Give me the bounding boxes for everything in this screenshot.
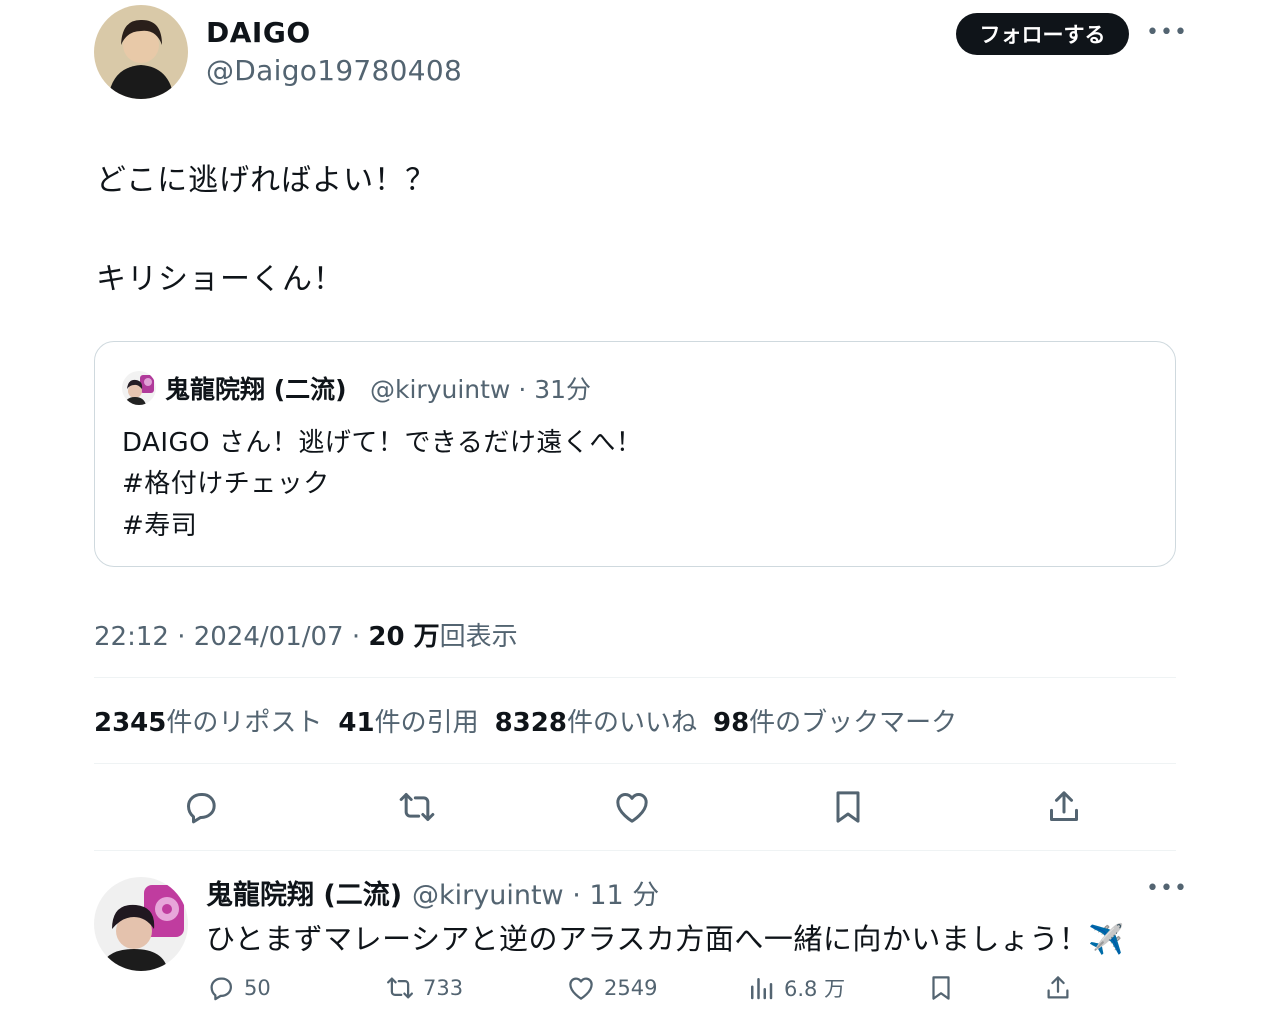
reply-bookmark-button[interactable] (926, 973, 956, 1003)
author-display-name[interactable]: DAIGO (206, 16, 311, 49)
quote-author-name[interactable]: 鬼龍院翔 (二流) (165, 370, 347, 406)
analytics-icon (751, 978, 773, 1000)
tweet-timestamp[interactable]: 22:12 · 2024/01/07 · (94, 622, 368, 652)
reply-reply-count: 50 (244, 976, 271, 1000)
repost-icon (387, 977, 413, 999)
quote-author-handle[interactable]: @kiryuintw · 31分 (370, 370, 591, 406)
share-icon[interactable] (1044, 787, 1084, 827)
quote-hashtag-1[interactable]: #格付けチェック (122, 463, 330, 500)
follow-button[interactable]: フォローする (956, 13, 1129, 55)
likes-stat[interactable]: 8328件のいいね (495, 708, 697, 738)
reply-author-handle[interactable]: @kiryuintw · 11 分 (412, 873, 659, 912)
reply-repost-button[interactable]: 733 (385, 973, 463, 1003)
reply-author-name[interactable]: 鬼龍院翔 (二流) (206, 873, 402, 912)
views-label: 回表示 (439, 622, 518, 652)
reply-like-count: 2549 (604, 976, 658, 1000)
engagement-stats: 2345件のリポスト 41件の引用 8328件のいいね 98件のブックマーク (94, 702, 957, 739)
quote-hashtag-2[interactable]: #寿司 (122, 505, 197, 542)
tweet-text-line-2: キリショーくん！ (96, 262, 344, 297)
bookmark-icon (932, 976, 950, 1000)
bookmark-icon[interactable] (828, 787, 868, 827)
reposts-stat[interactable]: 2345件のリポスト (94, 708, 322, 738)
author-handle[interactable]: @Daigo19780408 (206, 54, 462, 87)
quotes-stat[interactable]: 41件の引用 (338, 708, 478, 738)
divider (94, 850, 1176, 851)
reply-reply-button[interactable]: 50 (206, 973, 271, 1003)
reply-share-button[interactable] (1043, 973, 1073, 1003)
repost-icon[interactable] (397, 787, 437, 827)
divider (94, 677, 1176, 678)
share-icon (1047, 976, 1069, 999)
reply-view-count: 6.8 万 (784, 977, 846, 1001)
bookmarks-stat[interactable]: 98件のブックマーク (713, 708, 957, 738)
like-icon (569, 977, 593, 1000)
like-icon[interactable] (612, 787, 652, 827)
reply-more-options-icon[interactable]: ••• (1146, 876, 1188, 901)
reply-views-button[interactable]: 6.8 万 (746, 973, 845, 1003)
quote-author-avatar (122, 371, 156, 405)
author-avatar[interactable] (94, 5, 188, 99)
reply-like-button[interactable]: 2549 (566, 973, 657, 1003)
reply-icon[interactable] (181, 787, 221, 827)
quote-text-line-1: DAIGO さん！逃げて！できるだけ遠くへ！ (122, 428, 643, 458)
more-options-icon[interactable]: ••• (1146, 20, 1188, 45)
tweet-text-line-1: どこに逃げればよい！？ (96, 163, 437, 198)
reply-text: ひとまずマレーシアと逆のアラスカ方面へ一緒に向かいましょう！✈️ (206, 922, 1125, 956)
tweet-meta: 22:12 · 2024/01/07 · 20 万回表示 (94, 616, 518, 653)
reply-author-avatar[interactable] (94, 877, 188, 971)
reply-icon (210, 977, 232, 1001)
views-count: 20 万 (368, 622, 440, 652)
reply-repost-count: 733 (423, 976, 464, 1000)
divider (94, 763, 1176, 764)
